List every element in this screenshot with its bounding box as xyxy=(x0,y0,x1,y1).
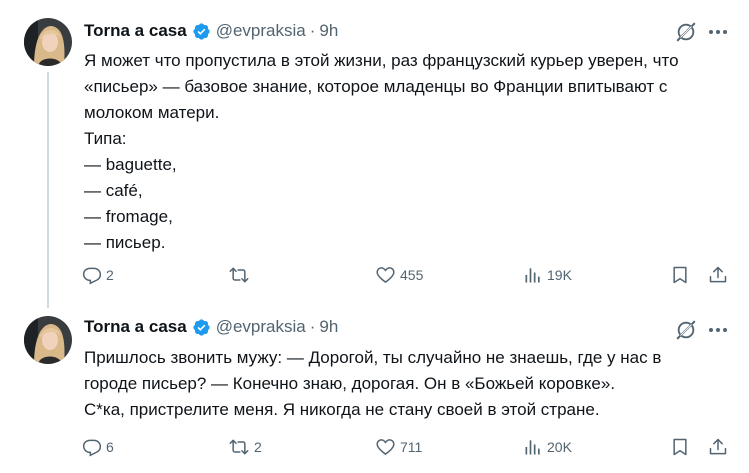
like-button[interactable]: 455 xyxy=(375,262,423,288)
views-count: 20K xyxy=(547,439,572,455)
author-handle[interactable]: @evpraksia xyxy=(216,317,306,337)
avatar[interactable] xyxy=(24,18,72,66)
verified-badge-icon xyxy=(192,318,211,337)
tweet-header: Torna a casa @evpraksia · 9h xyxy=(84,20,338,42)
tweet-text-line: Я может что пропустила в этой жизни, раз… xyxy=(84,51,679,70)
tweet-text-line: «письер» — базовое знание, которое младе… xyxy=(84,77,668,96)
grok-icon[interactable] xyxy=(675,21,697,43)
tweet-text-line: городе письер? — Конечно знаю, дорогая. … xyxy=(84,374,616,393)
repost-icon xyxy=(228,437,250,457)
separator-dot: · xyxy=(309,21,316,40)
tweet-text-line: Типа: xyxy=(84,129,127,148)
like-count: 711 xyxy=(400,439,423,455)
bookmark-button[interactable] xyxy=(670,262,690,288)
timestamp[interactable]: 9h xyxy=(319,317,338,337)
avatar[interactable] xyxy=(24,316,72,364)
timestamp[interactable]: 9h xyxy=(319,21,338,41)
repost-button[interactable]: 2 xyxy=(228,434,262,460)
tweet-text-line: Пришлось звонить мужу: — Дорогой, ты слу… xyxy=(84,348,662,367)
like-icon xyxy=(375,265,396,285)
action-bar: 6 2 711 20K xyxy=(82,434,732,460)
like-count: 455 xyxy=(400,267,424,283)
tweet-text-line: — baguette, xyxy=(84,155,177,174)
tweet-text-line: — fromage, xyxy=(84,207,173,226)
tweet-text-line: С*ка, пристрелите меня. Я никогда не ста… xyxy=(84,400,600,419)
share-icon xyxy=(708,265,728,285)
author-name[interactable]: Torna a casa xyxy=(84,21,187,41)
reply-icon xyxy=(82,437,102,457)
reply-button[interactable]: 6 xyxy=(82,434,114,460)
reply-count: 6 xyxy=(106,439,114,455)
bookmark-icon xyxy=(670,437,690,457)
tweet-text: Пришлось звонить мужу: — Дорогой, ты слу… xyxy=(84,345,734,423)
reply-icon xyxy=(82,265,102,285)
share-button[interactable] xyxy=(708,434,728,460)
verified-badge-icon xyxy=(192,22,211,41)
action-bar: 2 455 19K xyxy=(82,262,732,288)
tweet-header: Torna a casa @evpraksia · 9h xyxy=(84,316,338,338)
like-button[interactable]: 711 xyxy=(375,434,422,460)
reply-button[interactable]: 2 xyxy=(82,262,114,288)
author-handle[interactable]: @evpraksia xyxy=(216,21,306,41)
bookmark-icon xyxy=(670,265,690,285)
more-options-icon[interactable] xyxy=(706,21,730,43)
repost-button[interactable] xyxy=(228,262,254,288)
tweet[interactable]: Torna a casa @evpraksia · 9h Я может что… xyxy=(0,0,749,302)
views-icon xyxy=(523,437,543,457)
reply-count: 2 xyxy=(106,267,114,283)
more-options-icon[interactable] xyxy=(706,319,730,341)
repost-count: 2 xyxy=(254,439,262,455)
share-button[interactable] xyxy=(708,262,728,288)
views-button[interactable]: 20K xyxy=(523,434,572,460)
separator-dot: · xyxy=(309,317,316,336)
author-name[interactable]: Torna a casa xyxy=(84,317,187,337)
views-icon xyxy=(523,265,543,285)
tweet-text: Я может что пропустила в этой жизни, раз… xyxy=(84,48,734,256)
tweet-text-line: — письер. xyxy=(84,233,166,252)
bookmark-button[interactable] xyxy=(670,434,690,460)
tweet-text-line: молоком матери. xyxy=(84,103,220,122)
like-icon xyxy=(375,437,396,457)
views-count: 19K xyxy=(547,267,572,283)
views-button[interactable]: 19K xyxy=(523,262,572,288)
grok-icon[interactable] xyxy=(675,319,697,341)
tweet-text-line: — café, xyxy=(84,181,143,200)
repost-icon xyxy=(228,265,250,285)
share-icon xyxy=(708,437,728,457)
